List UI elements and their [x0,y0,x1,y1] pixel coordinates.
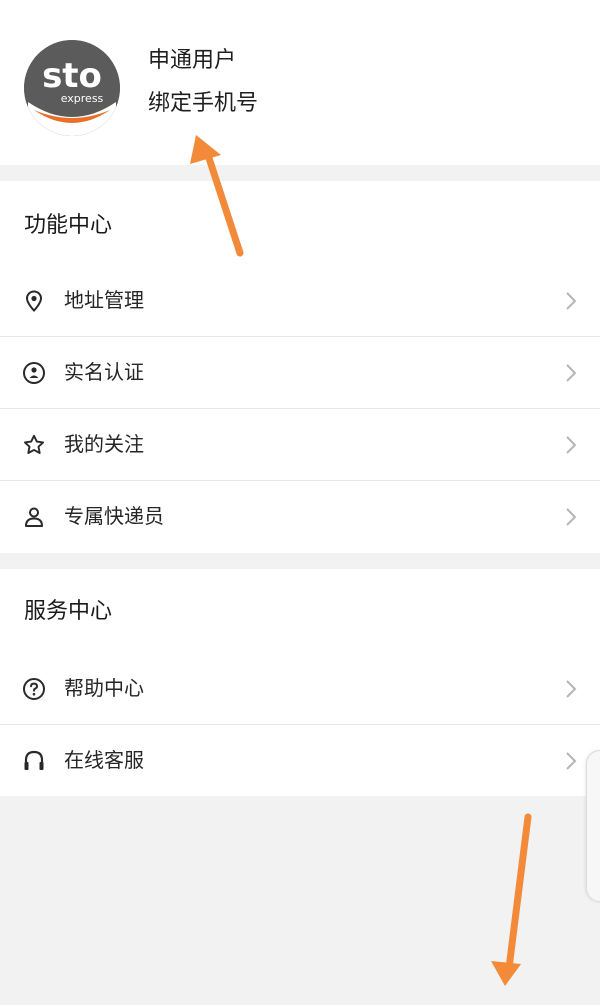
chevron-right-icon [564,434,578,456]
chevron-right-icon [564,362,578,384]
question-icon [22,677,46,701]
section-title-service-center: 服务中心 [24,599,113,624]
function-center-section: 功能中心 地址管理 实名认证 我的关注 专属快递员 [0,181,600,553]
chevron-right-icon [564,678,578,700]
menu-item-label: 地址管理 [64,288,144,312]
section-title-function-center: 功能中心 [24,213,113,238]
person-icon [22,505,46,529]
menu-item-my-follows[interactable]: 我的关注 [0,409,600,481]
menu-item-label: 帮助中心 [64,676,144,700]
location-pin-icon [22,289,46,313]
service-center-section: 服务中心 帮助中心 在线客服 [0,569,600,796]
bind-phone-link[interactable]: 绑定手机号 [148,88,258,120]
id-verify-icon [22,361,46,385]
user-name: 申通用户 [148,48,237,73]
annotation-arrow-down-icon [491,813,532,986]
profile-header: sto express 申通用户 绑定手机号 [0,0,600,165]
menu-item-label: 专属快递员 [64,504,164,528]
sto-logo-avatar[interactable]: sto express [24,40,120,136]
sto-logo-icon: sto express [24,40,120,136]
menu-item-dedicated-courier[interactable]: 专属快递员 [0,481,600,552]
star-icon [22,433,46,457]
headset-icon [22,749,46,773]
menu-item-label: 在线客服 [64,748,144,772]
floating-side-handle[interactable] [586,750,600,902]
menu-item-online-customer-service[interactable]: 在线客服 [0,725,600,796]
menu-item-label: 实名认证 [64,360,144,384]
chevron-right-icon [564,750,578,772]
menu-item-help-center[interactable]: 帮助中心 [0,653,600,725]
menu-item-address-management[interactable]: 地址管理 [0,265,600,337]
menu-item-real-name-verification[interactable]: 实名认证 [0,337,600,409]
logo-text: sto [42,56,102,96]
menu-item-label: 我的关注 [64,432,144,456]
chevron-right-icon [564,506,578,528]
logo-subtext: express [61,92,104,105]
chevron-right-icon [564,290,578,312]
